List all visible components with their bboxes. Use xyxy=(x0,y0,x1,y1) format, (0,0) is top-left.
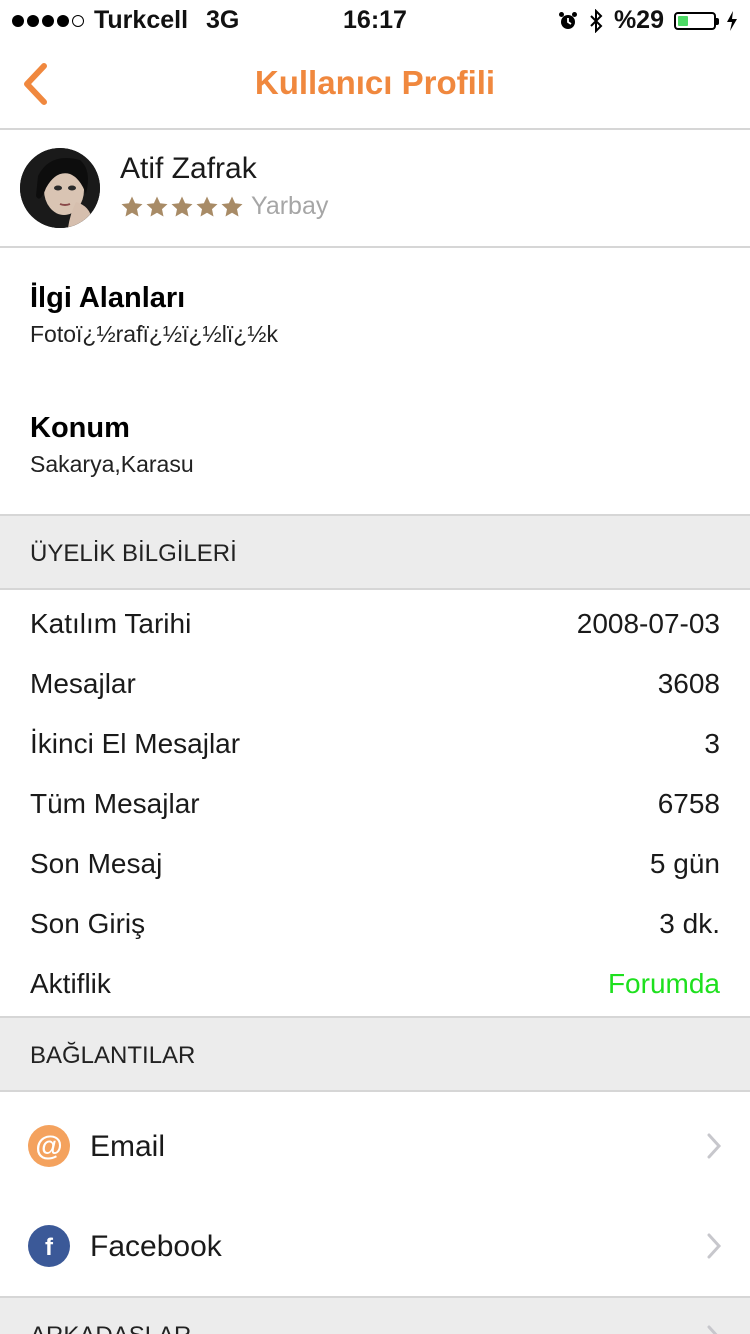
row-label: Son Mesaj xyxy=(30,848,163,879)
chevron-right-icon xyxy=(707,1233,722,1259)
row-value: 6758 xyxy=(657,788,720,819)
facebook-icon: f xyxy=(28,1225,70,1267)
battery-percent: %29 xyxy=(613,6,664,34)
membership-list: Katılım Tarihi 2008-07-03 Mesajlar 3608 İkin… xyxy=(0,594,750,1014)
email-label: Email xyxy=(90,1130,166,1163)
user-rating: Yarbay xyxy=(120,192,328,221)
avatar-image xyxy=(20,148,100,228)
membership-row: Son Giriş 3 dk. xyxy=(0,894,750,954)
svg-text:@: @ xyxy=(35,1130,62,1161)
row-value: 5 gün xyxy=(649,848,720,879)
membership-row: Katılım Tarihi 2008-07-03 xyxy=(0,594,750,654)
star-icon xyxy=(146,196,168,216)
star-icon xyxy=(171,196,193,216)
battery-icon xyxy=(674,11,719,30)
navigation-bar: Kullanıcı Profili xyxy=(0,40,750,130)
membership-row: Mesajlar 3608 xyxy=(0,654,750,714)
chevron-right-icon xyxy=(707,1133,722,1159)
alarm-icon xyxy=(558,11,577,29)
location-value: Sakarya,Karasu xyxy=(30,451,194,477)
charging-icon xyxy=(727,10,737,31)
avatar[interactable] xyxy=(20,148,100,228)
facebook-label: Facebook xyxy=(90,1230,222,1263)
row-value: 3608 xyxy=(657,668,720,699)
membership-row: Tüm Mesajlar 6758 xyxy=(0,774,750,834)
row-label: Katılım Tarihi xyxy=(30,608,192,639)
links-header-label: BAĞLANTILAR xyxy=(30,1042,196,1069)
status-bar: Turkcell 3G 16:17 %29 xyxy=(0,0,750,40)
chevron-right-icon xyxy=(707,1325,718,1334)
interests-block: İlgi Alanları Fotoï¿½rafï¿½ï¿½lï¿½k xyxy=(30,282,278,348)
membership-header-label: ÜYELİK BİLGİLERİ xyxy=(30,540,237,567)
user-rank: Yarbay xyxy=(251,192,329,220)
interests-value: Fotoï¿½rafï¿½ï¿½lï¿½k xyxy=(30,321,278,347)
row-label: Tüm Mesajlar xyxy=(30,788,200,819)
row-value: 2008-07-03 xyxy=(576,608,720,639)
location-block: Konum Sakarya,Karasu xyxy=(30,412,194,478)
membership-row: İkinci El Mesajlar 3 xyxy=(0,714,750,774)
links-section-header: BAĞLANTILAR xyxy=(0,1016,750,1092)
row-value: Forumda xyxy=(607,968,720,999)
star-icon xyxy=(196,196,218,216)
row-value: 3 dk. xyxy=(659,908,720,939)
membership-section-header: ÜYELİK BİLGİLERİ xyxy=(0,514,750,590)
user-name: Atif Zafrak xyxy=(120,152,257,185)
star-rating xyxy=(120,195,245,219)
status-right: %29 xyxy=(558,6,738,35)
email-link[interactable]: @ Email xyxy=(0,1096,750,1196)
at-sign-icon: @ xyxy=(28,1125,70,1167)
row-value: 3 xyxy=(704,728,720,759)
row-label: Aktiflik xyxy=(30,968,111,999)
profile-header: Atif Zafrak Yarbay xyxy=(0,130,750,248)
location-title: Konum xyxy=(30,412,130,444)
facebook-link[interactable]: f Facebook xyxy=(0,1196,750,1296)
row-label: Son Giriş xyxy=(30,908,146,939)
membership-row: Aktiflik Forumda xyxy=(0,954,750,1014)
star-icon xyxy=(221,196,243,216)
battery-fill xyxy=(678,15,688,26)
bluetooth-icon xyxy=(590,8,603,33)
friends-header-label: ARKADAŞLAR xyxy=(30,1322,191,1334)
row-label: İkinci El Mesajlar xyxy=(30,728,241,759)
friends-section-header[interactable]: ARKADAŞLAR xyxy=(0,1298,750,1334)
row-label: Mesajlar xyxy=(30,668,136,699)
page-title: Kullanıcı Profili xyxy=(254,64,496,101)
svg-text:f: f xyxy=(45,1234,54,1261)
membership-row: Son Mesaj 5 gün xyxy=(0,834,750,894)
star-icon xyxy=(121,196,143,216)
interests-title: İlgi Alanları xyxy=(30,282,186,314)
